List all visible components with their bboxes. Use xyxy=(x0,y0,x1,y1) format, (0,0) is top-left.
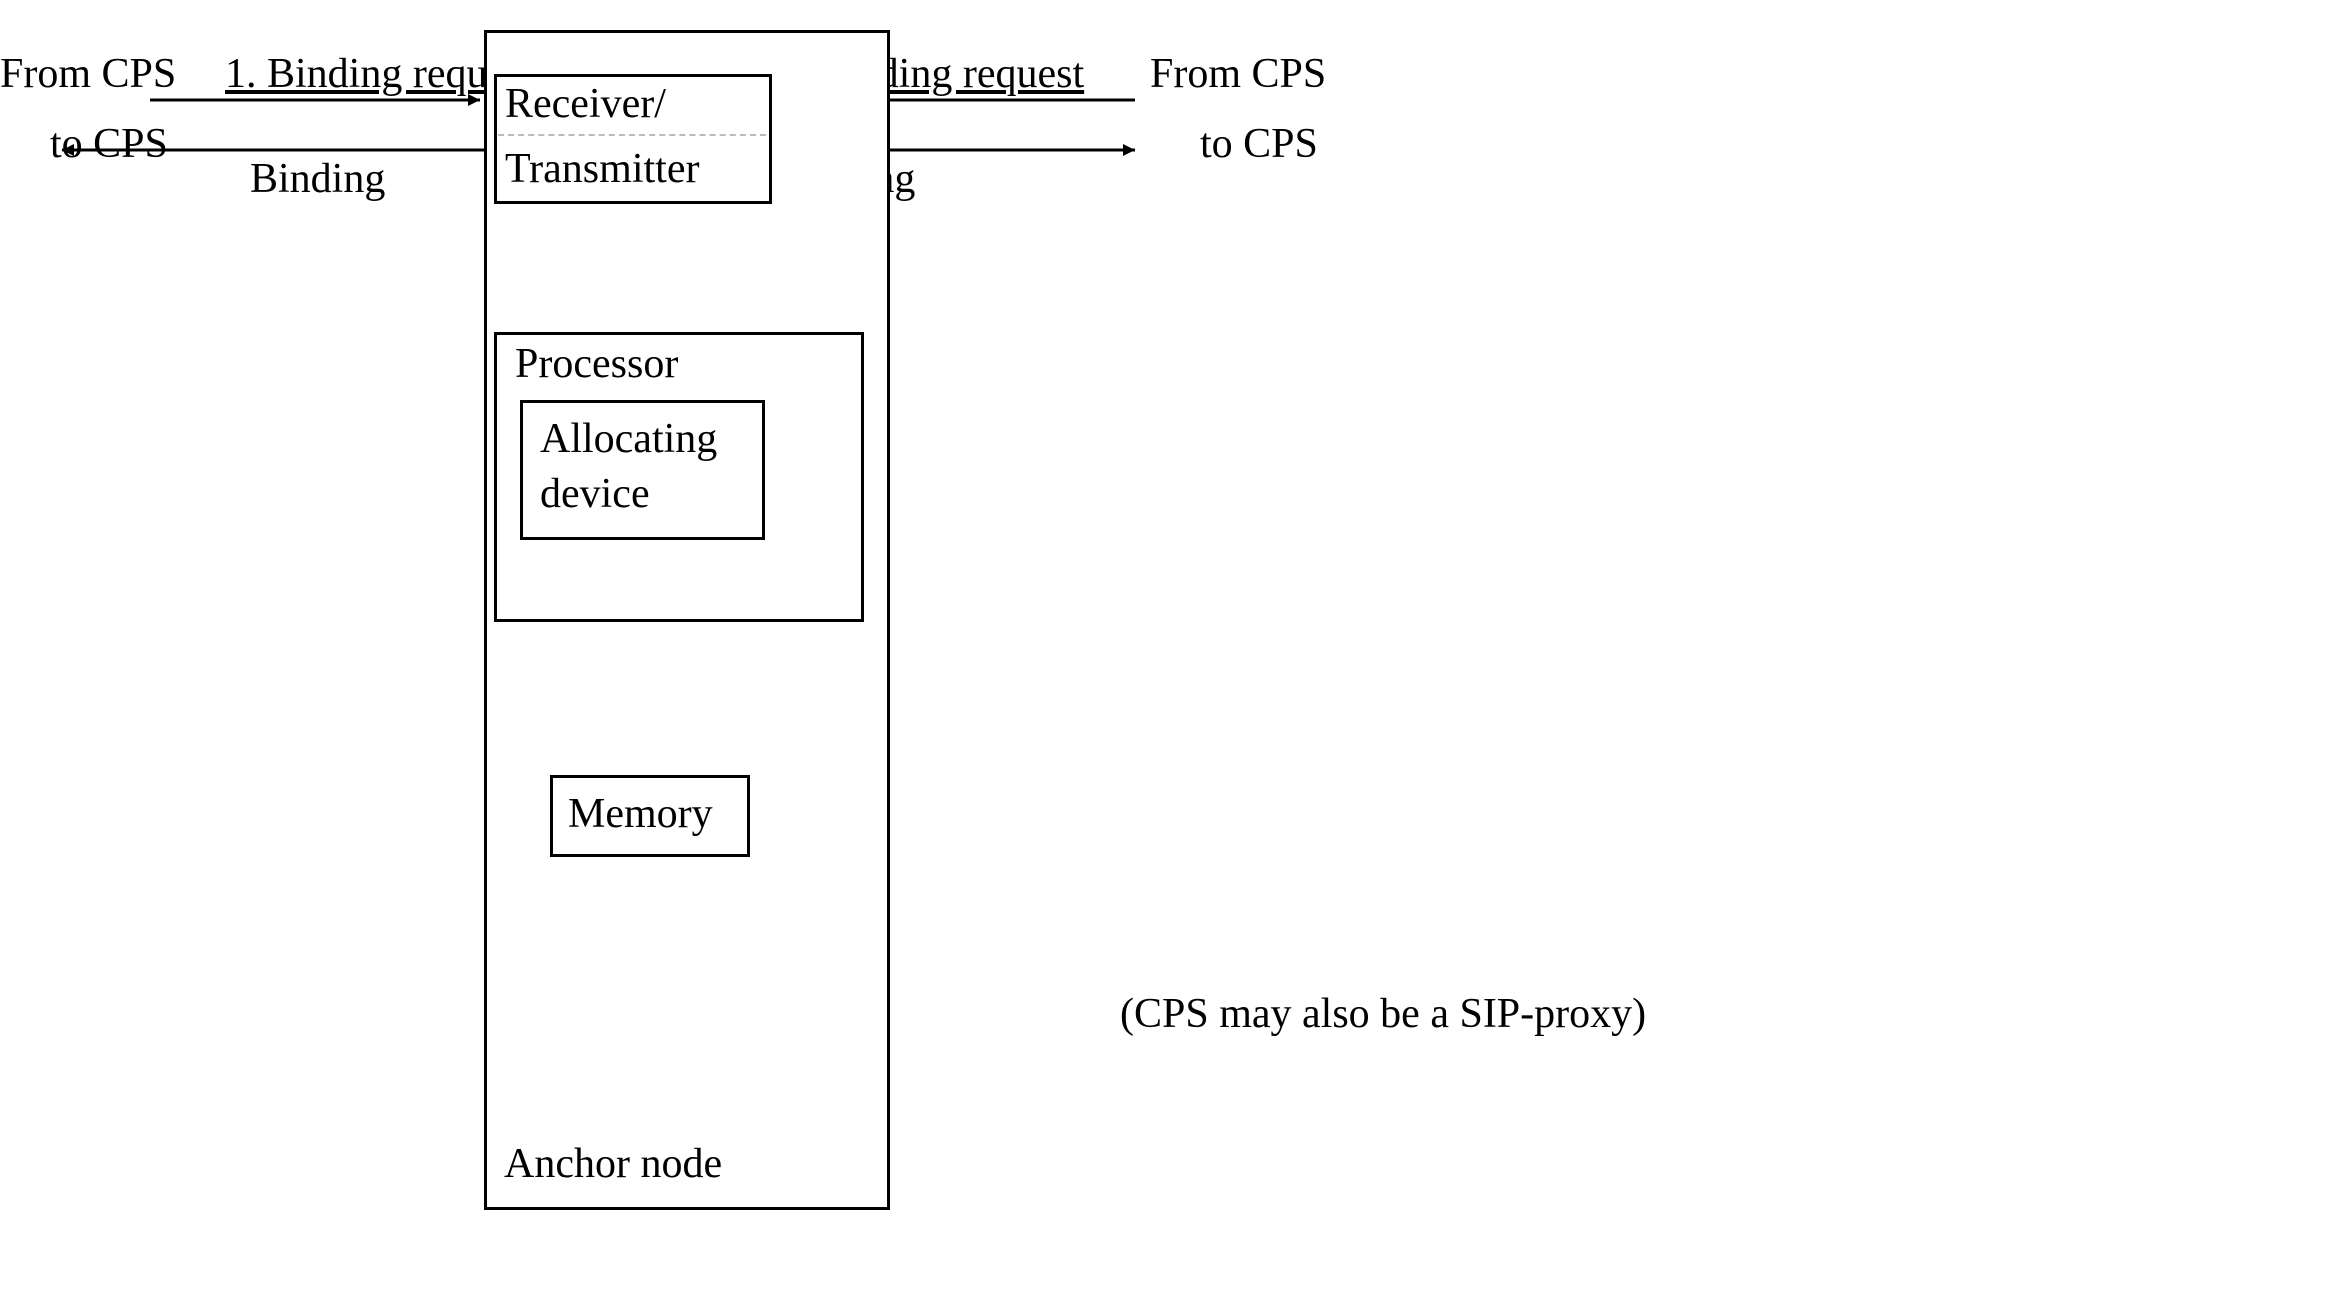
receiver-line2: Transmitter xyxy=(505,145,699,193)
left-to-label: to CPS xyxy=(50,120,168,168)
allocating-line1: Allocating xyxy=(540,415,717,463)
left-bottom-arrow-label: Binding xyxy=(250,155,385,203)
right-from-label: From CPS xyxy=(1150,50,1326,98)
right-to-label: to CPS xyxy=(1200,120,1318,168)
left-from-label: From CPS xyxy=(0,50,176,98)
receiver-line1: Receiver/ xyxy=(505,80,666,128)
allocating-line2: device xyxy=(540,470,650,518)
cps-note: (CPS may also be a SIP-proxy) xyxy=(1120,990,1646,1038)
memory-label: Memory xyxy=(568,790,713,838)
receiver-divider xyxy=(498,134,766,136)
processor-title: Processor xyxy=(515,340,678,388)
anchor-node-title: Anchor node xyxy=(504,1140,722,1188)
